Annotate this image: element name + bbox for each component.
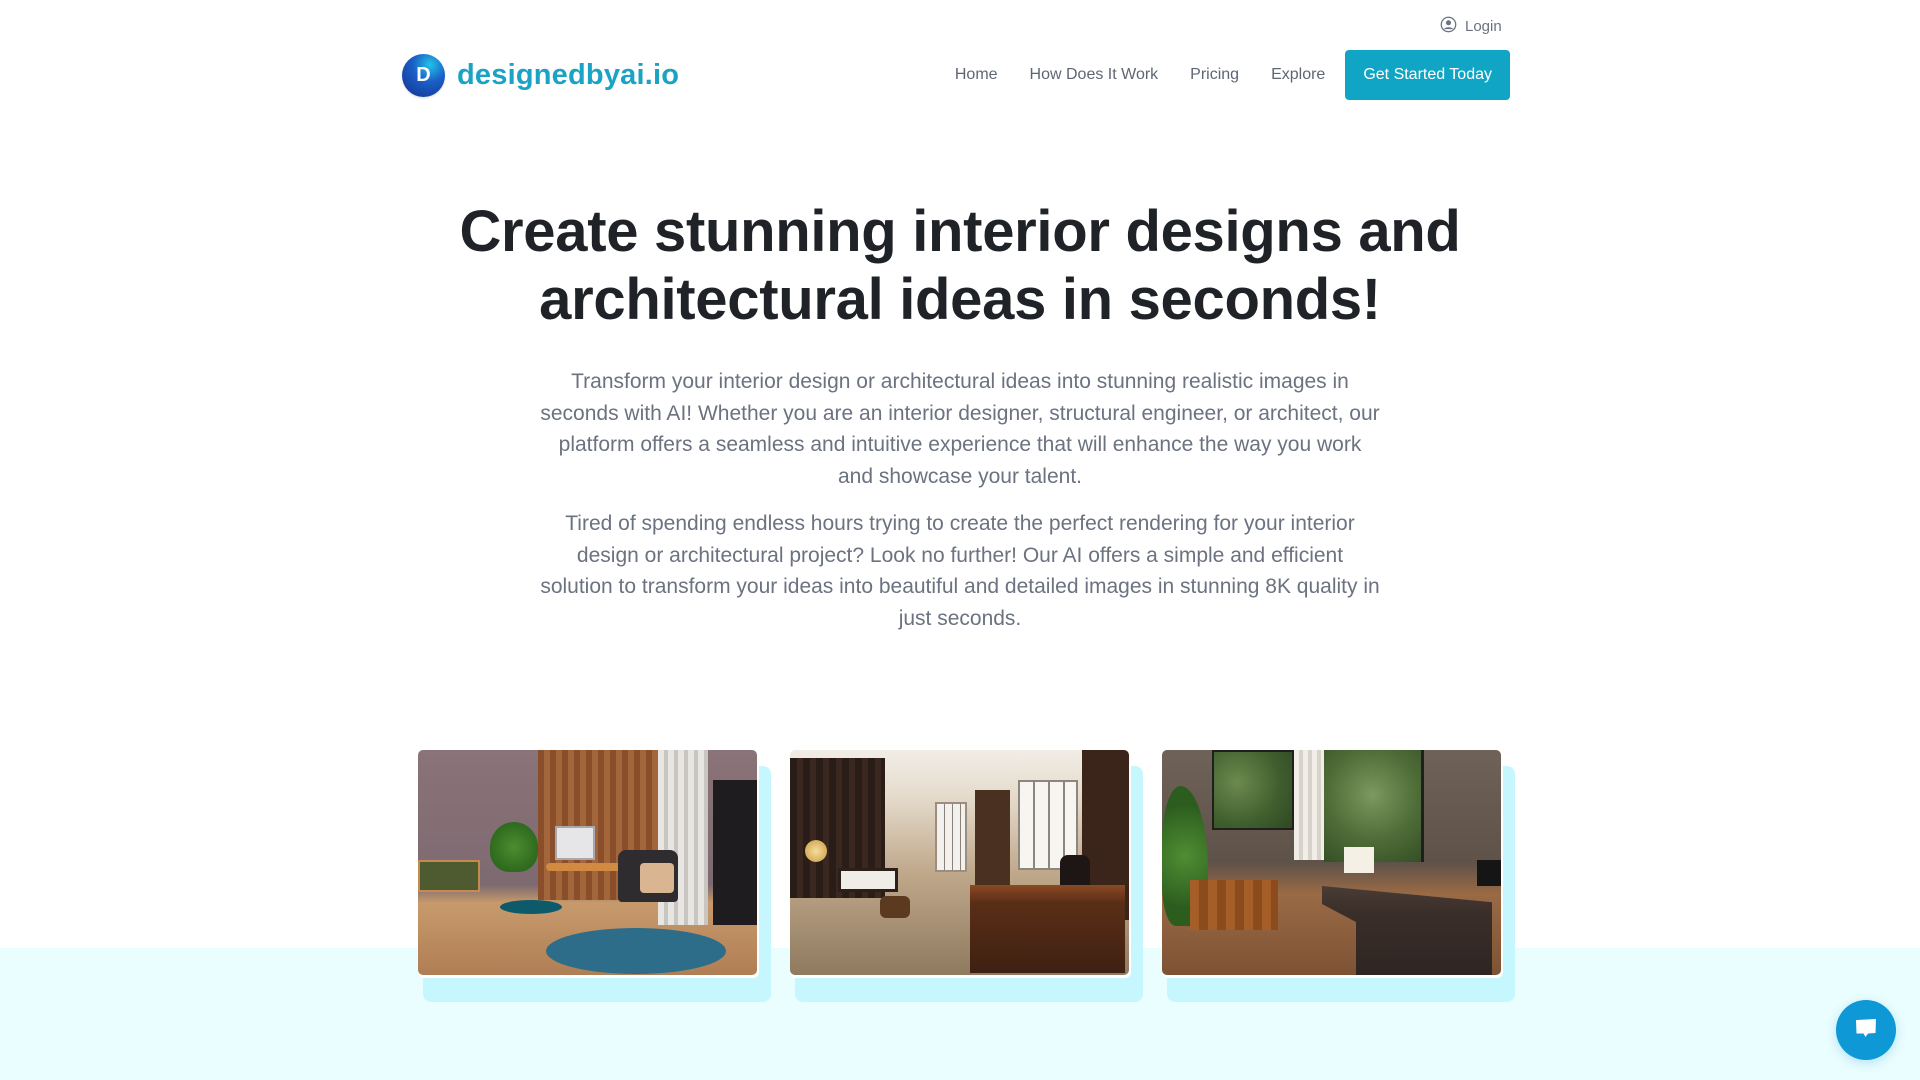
nav-explore[interactable]: Explore (1271, 66, 1325, 84)
brand-link[interactable]: D designedbyai.io (402, 53, 680, 97)
gallery-image-1 (418, 750, 757, 975)
nav-how-it-works[interactable]: How Does It Work (1030, 66, 1159, 84)
card-frame (418, 750, 759, 978)
nav-pricing[interactable]: Pricing (1190, 66, 1239, 84)
get-started-button[interactable]: Get Started Today (1345, 50, 1510, 100)
login-label: Login (1465, 18, 1502, 35)
hero-paragraph-2: Tired of spending endless hours trying t… (540, 512, 1380, 630)
nav-home[interactable]: Home (955, 66, 998, 84)
gallery-image-2 (790, 750, 1129, 975)
chat-bubble-icon (1852, 1014, 1880, 1047)
hero-paragraph-1: Transform your interior design or archit… (540, 370, 1380, 488)
main-nav: Home How Does It Work Pricing Explore Ge… (955, 50, 1510, 100)
card-frame (790, 750, 1131, 978)
brand-logo-icon: D (402, 53, 445, 97)
gallery-card-1 (418, 750, 771, 1002)
card-frame (1162, 750, 1503, 978)
gallery-image-3 (1162, 750, 1501, 975)
chat-widget-button[interactable] (1836, 1000, 1896, 1060)
login-link[interactable]: Login (1440, 16, 1502, 37)
hero-title: Create stunning interior designs and arc… (360, 198, 1560, 334)
brand-name: designedbyai.io (457, 58, 680, 91)
gallery-card-3 (1162, 750, 1515, 1002)
hero-title-line1: Create stunning interior designs and (459, 199, 1461, 264)
gallery-card-2 (790, 750, 1143, 1002)
site-header: D designedbyai.io Home How Does It Work … (402, 50, 1510, 100)
user-circle-icon (1440, 16, 1457, 37)
hero-title-line2: architectural ideas in seconds! (539, 267, 1381, 332)
